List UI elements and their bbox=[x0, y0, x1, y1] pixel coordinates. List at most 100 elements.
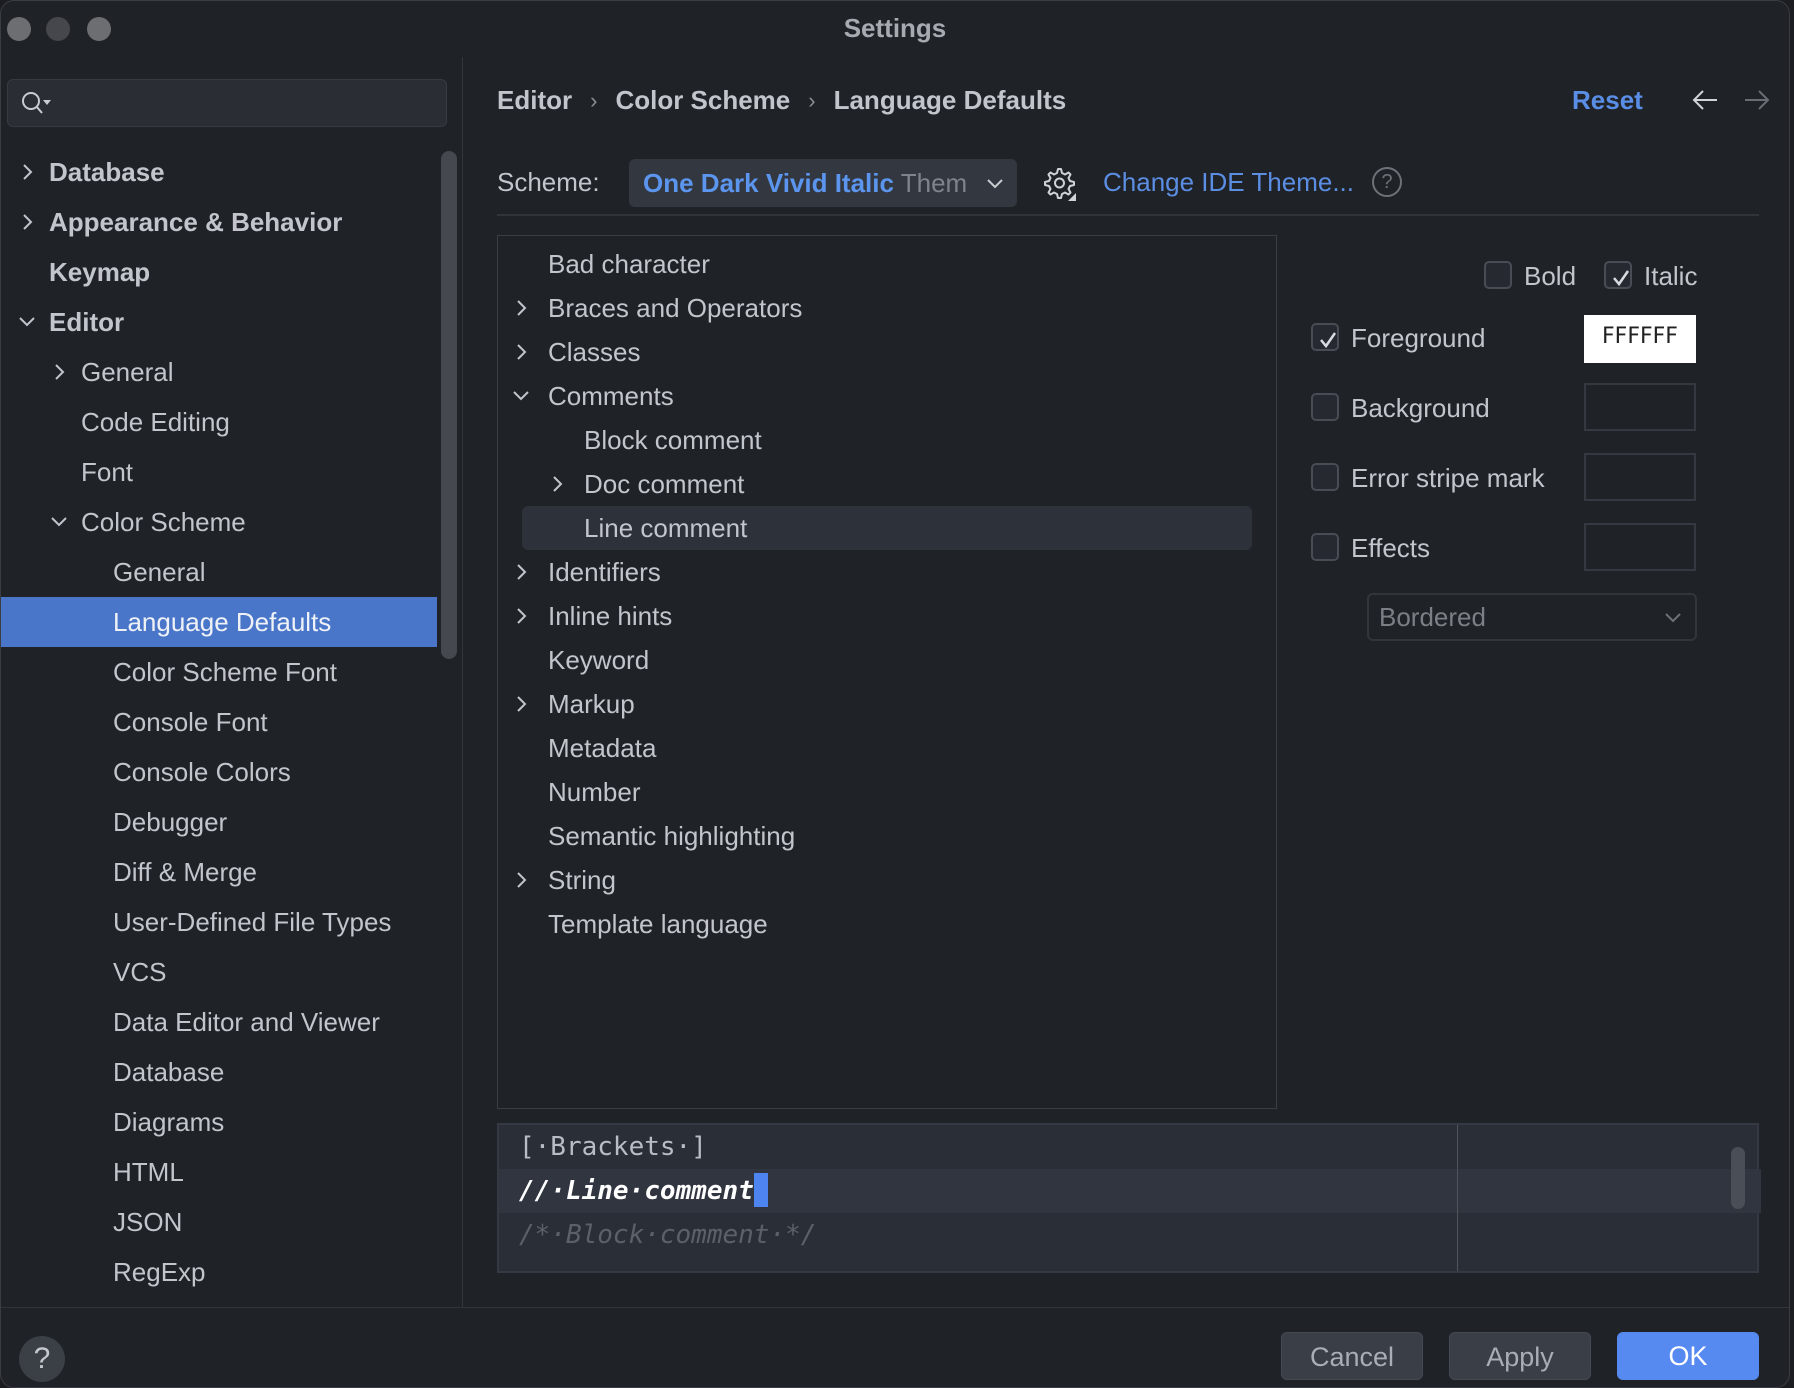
attribute-item[interactable]: Metadata bbox=[498, 726, 1276, 770]
reset-link[interactable]: Reset bbox=[1572, 85, 1643, 116]
attribute-item[interactable]: Comments bbox=[498, 374, 1276, 418]
chevron-down-icon[interactable] bbox=[15, 297, 39, 347]
apply-button[interactable]: Apply bbox=[1449, 1332, 1591, 1380]
attribute-item[interactable]: String bbox=[498, 858, 1276, 902]
preview-line-line-comment: //·Line·comment bbox=[519, 1169, 768, 1213]
sidebar-item-label: Font bbox=[81, 457, 134, 487]
sidebar-item-label: Data Editor and Viewer bbox=[113, 1007, 380, 1037]
attribute-item[interactable]: Doc comment bbox=[498, 462, 1276, 506]
preview-scrollbar[interactable] bbox=[1731, 1147, 1745, 1209]
scheme-label: Scheme: bbox=[497, 167, 600, 197]
sidebar-item[interactable]: Font bbox=[1, 447, 437, 497]
settings-search-input[interactable] bbox=[7, 79, 447, 127]
attribute-item[interactable]: Number bbox=[498, 770, 1276, 814]
sidebar-item[interactable]: Debugger bbox=[1, 797, 437, 847]
sidebar-item-label: Debugger bbox=[113, 807, 228, 837]
sidebar-item[interactable]: VCS bbox=[1, 947, 437, 997]
sidebar-item[interactable]: Language Defaults bbox=[1, 597, 437, 647]
attribute-item[interactable]: Markup bbox=[498, 682, 1276, 726]
attribute-item[interactable]: Line comment bbox=[498, 506, 1276, 550]
error-stripe-color-swatch[interactable] bbox=[1584, 453, 1696, 501]
chevron-right-icon[interactable] bbox=[510, 550, 532, 594]
arrow-right-icon[interactable] bbox=[1742, 87, 1772, 113]
sidebar-item[interactable]: Data Editor and Viewer bbox=[1, 997, 437, 1047]
chevron-down-icon bbox=[981, 159, 1005, 207]
chevron-right-icon[interactable] bbox=[510, 682, 532, 726]
sidebar-item[interactable]: Console Colors bbox=[1, 747, 437, 797]
attribute-item-label: Keyword bbox=[548, 645, 650, 675]
sidebar-item[interactable]: Diagrams bbox=[1, 1097, 437, 1147]
cancel-button[interactable]: Cancel bbox=[1281, 1332, 1423, 1380]
chevron-right-icon[interactable] bbox=[546, 462, 568, 506]
sidebar-item[interactable]: JSON bbox=[1, 1197, 437, 1247]
breadcrumb-separator: › bbox=[808, 87, 816, 113]
sidebar-item[interactable]: RegExp bbox=[1, 1247, 437, 1297]
italic-checkbox[interactable] bbox=[1604, 261, 1632, 289]
chevron-down-icon[interactable] bbox=[510, 374, 532, 418]
sidebar-item[interactable]: Color Scheme bbox=[1, 497, 437, 547]
attribute-item[interactable]: Bad character bbox=[498, 242, 1276, 286]
attribute-item-label: Doc comment bbox=[584, 469, 745, 499]
sidebar-item[interactable]: User-Defined File Types bbox=[1, 897, 437, 947]
attribute-item[interactable]: Block comment bbox=[498, 418, 1276, 462]
sidebar-item-label: Console Font bbox=[113, 707, 268, 737]
foreground-color-swatch[interactable]: FFFFFF bbox=[1584, 315, 1696, 363]
chevron-right-icon[interactable] bbox=[510, 594, 532, 638]
error-stripe-checkbox[interactable] bbox=[1311, 463, 1339, 491]
bold-label: Bold bbox=[1524, 261, 1577, 291]
arrow-left-icon[interactable] bbox=[1690, 87, 1720, 113]
change-ide-theme-link[interactable]: Change IDE Theme... bbox=[1103, 167, 1354, 198]
sidebar-item[interactable]: Diff & Merge bbox=[1, 847, 437, 897]
sidebar-item[interactable]: Console Font bbox=[1, 697, 437, 747]
effects-color-swatch[interactable] bbox=[1584, 523, 1696, 571]
settings-tree: Database Appearance & Behavior Keymap Edito… bbox=[1, 147, 437, 1297]
sidebar-item[interactable]: General bbox=[1, 347, 437, 397]
sidebar-item[interactable]: Appearance & Behavior bbox=[1, 197, 437, 247]
attribute-item-label: Line comment bbox=[584, 513, 748, 543]
attribute-item[interactable]: Semantic highlighting bbox=[498, 814, 1276, 858]
gear-icon[interactable] bbox=[1040, 165, 1076, 201]
background-checkbox[interactable] bbox=[1311, 393, 1339, 421]
attribute-item-label: Template language bbox=[548, 909, 768, 939]
chevron-right-icon[interactable] bbox=[47, 347, 71, 397]
search-icon[interactable] bbox=[20, 90, 54, 118]
attribute-item-label: Comments bbox=[548, 381, 674, 411]
sidebar-item-label: RegExp bbox=[113, 1257, 206, 1287]
effect-type-dropdown[interactable]: Bordered bbox=[1367, 593, 1697, 641]
help-icon[interactable]: ? bbox=[1372, 167, 1402, 197]
sidebar-item[interactable]: General bbox=[1, 547, 437, 597]
dialog-footer: ? Cancel Apply OK bbox=[1, 1307, 1789, 1387]
sidebar-item[interactable]: Database bbox=[1, 147, 437, 197]
sidebar-item-label: Color Scheme bbox=[81, 507, 246, 537]
attribute-item[interactable]: Template language bbox=[498, 902, 1276, 946]
sidebar-item[interactable]: HTML bbox=[1, 1147, 437, 1197]
help-button[interactable]: ? bbox=[19, 1336, 65, 1382]
background-color-swatch[interactable] bbox=[1584, 383, 1696, 431]
attribute-item[interactable]: Keyword bbox=[498, 638, 1276, 682]
chevron-right-icon[interactable] bbox=[15, 147, 39, 197]
ok-button[interactable]: OK bbox=[1617, 1332, 1759, 1380]
chevron-right-icon[interactable] bbox=[510, 286, 532, 330]
sidebar-item[interactable]: Color Scheme Font bbox=[1, 647, 437, 697]
chevron-right-icon[interactable] bbox=[15, 197, 39, 247]
sidebar-item-label: General bbox=[113, 557, 206, 587]
chevron-right-icon[interactable] bbox=[510, 858, 532, 902]
scheme-dropdown[interactable]: One Dark Vivid Italic Them bbox=[629, 159, 1017, 207]
attribute-item[interactable]: Classes bbox=[498, 330, 1276, 374]
attribute-item[interactable]: Braces and Operators bbox=[498, 286, 1276, 330]
foreground-checkbox[interactable] bbox=[1311, 323, 1339, 351]
chevron-right-icon[interactable] bbox=[510, 330, 532, 374]
effects-checkbox[interactable] bbox=[1311, 533, 1339, 561]
bold-checkbox[interactable] bbox=[1484, 261, 1512, 289]
preview-line-brackets: [·Brackets·] bbox=[519, 1132, 707, 1162]
sidebar-item[interactable]: Editor bbox=[1, 297, 437, 347]
sidebar-item[interactable]: Code Editing bbox=[1, 397, 437, 447]
sidebar-item[interactable]: Keymap bbox=[1, 247, 437, 297]
code-preview[interactable]: [·Brackets·] //·Line·comment /*·Block·co… bbox=[497, 1123, 1761, 1273]
sidebar-item-label: VCS bbox=[113, 957, 167, 987]
sidebar-item[interactable]: Database bbox=[1, 1047, 437, 1097]
sidebar-scrollbar[interactable] bbox=[441, 151, 457, 659]
attribute-item[interactable]: Inline hints bbox=[498, 594, 1276, 638]
chevron-down-icon[interactable] bbox=[47, 497, 71, 547]
attribute-item[interactable]: Identifiers bbox=[498, 550, 1276, 594]
